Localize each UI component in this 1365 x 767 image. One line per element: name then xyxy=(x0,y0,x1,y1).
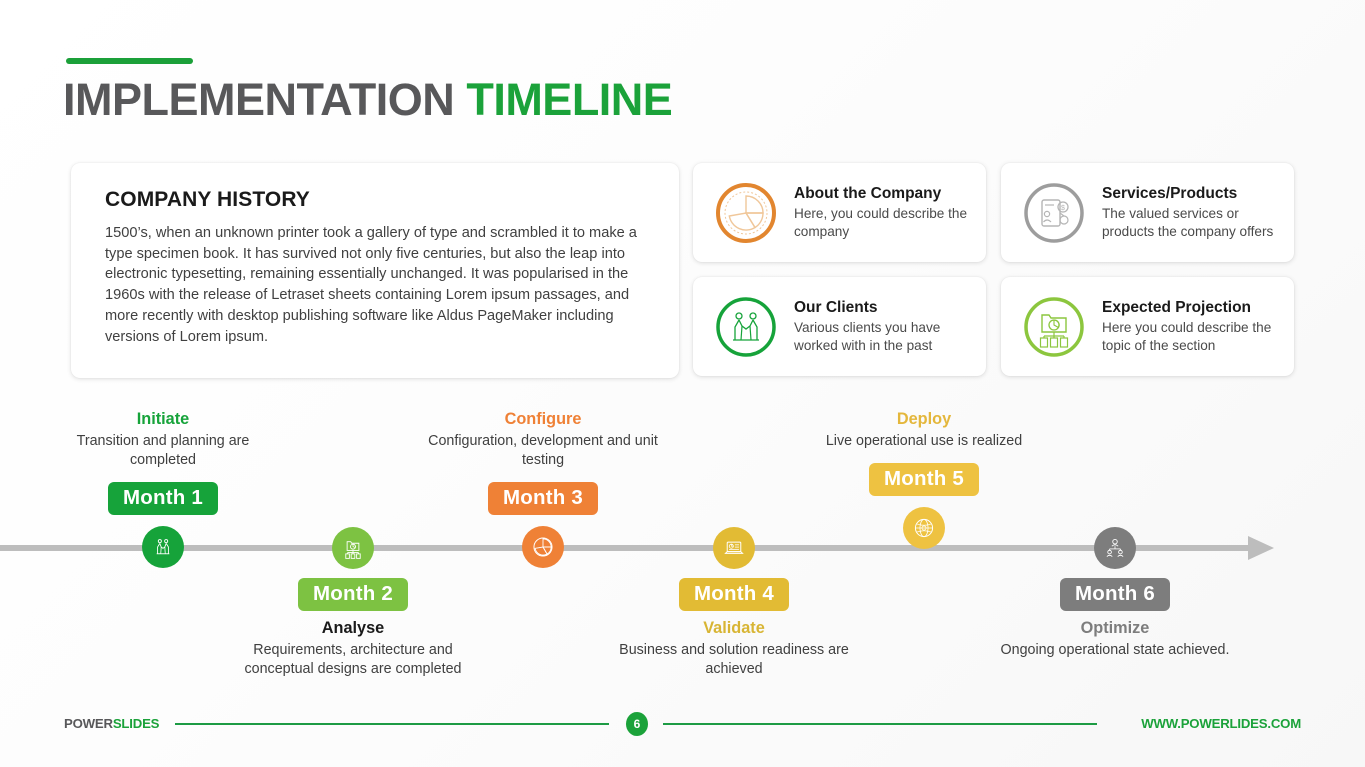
title-accent-bar xyxy=(66,58,193,64)
page-number-badge: 6 xyxy=(626,712,648,736)
feature-card-our-clients[interactable]: Our Clients Various clients you have wor… xyxy=(693,277,986,376)
feature-card-desc: The valued services or products the comp… xyxy=(1102,206,1274,239)
feature-card-text: About the Company Here, you could descri… xyxy=(794,184,986,240)
feature-card-text: Services/Products The valued services or… xyxy=(1102,184,1294,240)
milestone-badge[interactable]: Month 6 xyxy=(1060,578,1170,611)
feature-card-text: Our Clients Various clients you have wor… xyxy=(794,298,986,354)
timeline-arrow-head xyxy=(1248,536,1274,560)
pie-chart-icon[interactable] xyxy=(522,525,564,568)
milestone-desc: Configuration, development and unit test… xyxy=(428,433,658,468)
feature-card-about-the-company[interactable]: About the Company Here, you could descri… xyxy=(693,163,986,262)
footer-url[interactable]: WWW.POWERLIDES.COM xyxy=(1141,716,1301,731)
page-title-accent: TIMELINE xyxy=(466,74,673,125)
footer-divider-left xyxy=(175,723,609,725)
feature-card-text: Expected Projection Here you could descr… xyxy=(1102,298,1294,354)
milestone-desc: Live operational use is realized xyxy=(825,433,1023,449)
milestone-label: Optimize xyxy=(1080,618,1150,637)
company-history-card: COMPANY HISTORY 1500’s, when an unknown … xyxy=(71,163,679,378)
milestone-badge[interactable]: Month 3 xyxy=(488,482,598,515)
team-icon[interactable] xyxy=(1094,527,1136,569)
feature-card-title: About the Company xyxy=(794,185,942,203)
footer-logo-part2: SLIDES xyxy=(112,716,160,731)
laptop-chart-icon[interactable] xyxy=(713,527,755,569)
milestone-badge[interactable]: Month 2 xyxy=(298,578,408,611)
globe-icon[interactable] xyxy=(903,506,945,549)
milestone-desc: Business and solution readiness are achi… xyxy=(619,641,849,677)
feature-card-title: Our Clients xyxy=(794,299,878,317)
feature-card-desc: Here you could describe the topic of the… xyxy=(1102,320,1272,353)
milestone-badge[interactable]: Month 4 xyxy=(679,578,789,611)
feature-card-desc: Various clients you have worked with in … xyxy=(794,320,941,353)
footer-divider-right xyxy=(663,723,1097,725)
company-history-title: COMPANY HISTORY xyxy=(105,188,310,211)
folder-hierarchy-icon[interactable] xyxy=(332,527,374,569)
pie-chart-icon xyxy=(713,180,779,246)
company-history-body: 1500’s, when an unknown printer took a g… xyxy=(105,225,637,345)
feature-card-services-products[interactable]: $ Services/Products The valued services … xyxy=(1001,163,1294,262)
milestone-label: Configure xyxy=(504,410,582,428)
feature-card-title: Expected Projection xyxy=(1102,299,1252,317)
feature-card-desc: Here, you could describe the company xyxy=(794,206,968,239)
milestone-label: Initiate xyxy=(136,410,190,428)
milestone-badge[interactable]: Month 5 xyxy=(869,463,979,496)
handshake-icon[interactable] xyxy=(142,525,184,568)
svg-text:$: $ xyxy=(1061,205,1065,212)
footer-logo: POWERSLIDES xyxy=(64,716,159,731)
feature-card-title: Services/Products xyxy=(1102,185,1238,203)
milestone-label: Deploy xyxy=(896,410,952,428)
milestone-desc: Transition and planning are completed xyxy=(76,433,250,468)
folder-hierarchy-icon xyxy=(1021,294,1087,360)
timeline-milestone-optimize[interactable]: Month 6 Optimize Ongoing operational sta… xyxy=(1000,527,1230,660)
page-title: IMPLEMENTATION TIMELINE xyxy=(63,74,673,126)
timeline-milestone-validate[interactable]: Month 4 Validate Business and solution r… xyxy=(619,527,849,679)
page-title-main: IMPLEMENTATION xyxy=(63,74,455,125)
handshake-icon xyxy=(713,294,779,360)
milestone-label: Analyse xyxy=(321,618,385,637)
milestone-desc: Ongoing operational state achieved. xyxy=(1000,641,1230,658)
slide-canvas: IMPLEMENTATION TIMELINE COMPANY HISTORY … xyxy=(0,0,1365,767)
mobile-payment-icon: $ xyxy=(1021,180,1087,246)
milestone-label: Validate xyxy=(703,618,765,637)
milestone-desc: Requirements, architecture and conceptua… xyxy=(244,641,462,677)
footer-logo-part1: POWER xyxy=(64,716,113,731)
feature-card-expected-projection[interactable]: Expected Projection Here you could descr… xyxy=(1001,277,1294,376)
milestone-badge[interactable]: Month 1 xyxy=(108,482,218,515)
